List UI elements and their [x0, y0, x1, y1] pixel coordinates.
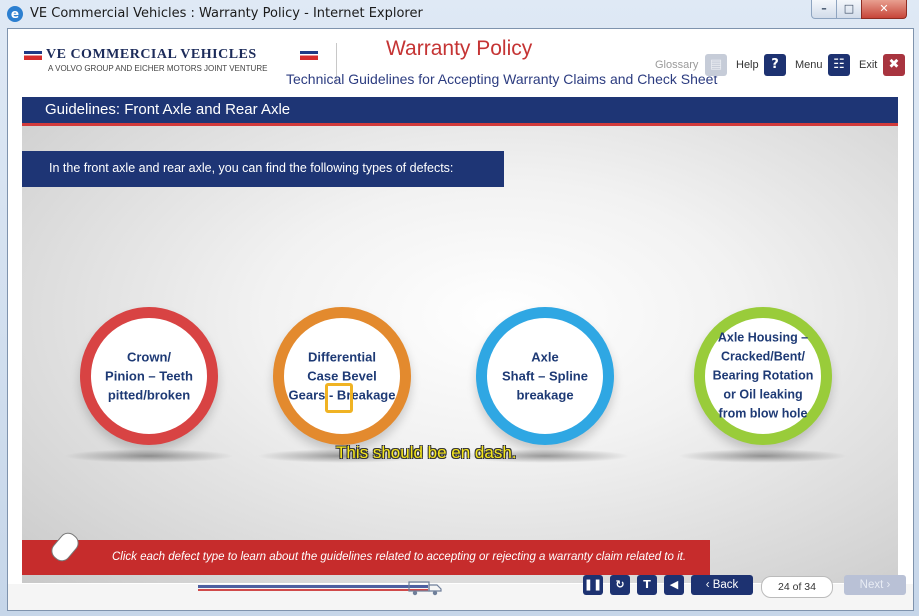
transcript-button[interactable]: T	[637, 575, 657, 595]
defect-label-line: or Oil leaking	[723, 387, 803, 402]
defect-label-line: Axle Housing –	[717, 330, 809, 345]
back-button[interactable]: ‹ Back	[691, 575, 753, 595]
truck-icon	[408, 581, 442, 596]
course-title: Warranty Policy	[386, 37, 533, 60]
defect-label-line: breakage	[516, 387, 574, 403]
menu-button[interactable]: ☷	[828, 54, 850, 76]
window-title: VE Commercial Vehicles : Warranty Policy…	[30, 6, 423, 21]
title-bar: e VE Commercial Vehicles : Warranty Poli…	[0, 0, 919, 28]
defect-label-line: Cracked/Bent/	[720, 349, 806, 364]
ring-shadow	[64, 449, 234, 463]
course-header: VE COMMERCIAL VEHICLES A VOLVO GROUP AND…	[8, 29, 913, 95]
defect-label-line: Axle	[531, 349, 559, 365]
topic-bar: Guidelines: Front Axle and Rear Axle	[22, 97, 898, 126]
defect-label-line: pitted/broken	[107, 387, 191, 403]
maximize-button[interactable]: □	[836, 0, 862, 19]
internet-explorer-icon: e	[7, 6, 23, 22]
pause-button[interactable]: ❚❚	[583, 575, 603, 595]
next-label: Next	[859, 579, 884, 591]
review-callout: This should be en dash.	[336, 443, 517, 462]
instruction-text: Click each defect type to learn about th…	[112, 551, 687, 563]
replay-button[interactable]: ↻	[610, 575, 630, 595]
intro-box: In the front axle and rear axle, you can…	[22, 151, 504, 187]
back-label: Back	[712, 579, 739, 591]
defect-label: Crown/ Pinion – Teeth pitted/broken	[91, 348, 207, 405]
defect-label-line: Crown/	[126, 349, 172, 365]
defect-label: Axle Housing – Cracked/Bent/ Bearing Rot…	[705, 329, 821, 424]
maximize-icon: □	[843, 2, 855, 15]
question-icon: ?	[771, 57, 779, 72]
mouse-icon	[47, 529, 83, 565]
page-counter: 24 of 34	[761, 576, 833, 598]
menu-label: Menu	[795, 59, 823, 71]
replay-icon: ↻	[615, 578, 625, 591]
logo-flag-icon	[300, 51, 318, 60]
review-highlight-box	[325, 383, 353, 413]
defect-label-line: Pinion – Teeth	[105, 368, 193, 384]
ring-shadow	[678, 449, 848, 463]
progress-track	[198, 585, 428, 588]
defect-differential-case[interactable]: Differential Case Bevel Gears - Breakage	[273, 307, 411, 445]
browser-window: e VE Commercial Vehicles : Warranty Poli…	[0, 0, 919, 616]
book-icon: ▤	[709, 57, 723, 72]
slide-stage: Guidelines: Front Axle and Rear Axle In …	[22, 97, 898, 583]
defect-axle-housing[interactable]: Axle Housing – Cracked/Bent/ Bearing Rot…	[694, 307, 832, 445]
defect-label: Axle Shaft – Spline breakage	[487, 348, 603, 405]
close-icon: ✕	[879, 2, 889, 15]
menu-tree-icon: ☷	[833, 57, 845, 72]
audio-button[interactable]: ◀	[664, 575, 684, 595]
course-subtitle: Technical Guidelines for Accepting Warra…	[286, 71, 718, 87]
topic-title: Guidelines: Front Axle and Rear Axle	[45, 101, 291, 118]
defect-label-line: Bearing Rotation	[712, 368, 814, 383]
text-icon: T	[643, 578, 651, 591]
chevron-left-icon: ‹	[705, 579, 713, 591]
defect-label-line: Shaft – Spline	[502, 368, 588, 384]
minimize-icon: –	[821, 2, 827, 15]
chevron-right-icon: ›	[883, 579, 891, 591]
exit-button[interactable]: ✖	[883, 54, 905, 76]
progress-track-accent	[198, 589, 428, 591]
pause-icon: ❚❚	[583, 578, 603, 591]
defect-crown-pinion[interactable]: Crown/ Pinion – Teeth pitted/broken	[80, 307, 218, 445]
glossary-button[interactable]: ▤	[705, 54, 727, 76]
logo-subtitle: A VOLVO GROUP AND EICHER MOTORS JOINT VE…	[48, 64, 268, 73]
defect-label-line: from blow hole	[718, 406, 808, 421]
help-button[interactable]: ?	[764, 54, 786, 76]
next-button[interactable]: Next ›	[844, 575, 906, 595]
logo-flag-icon	[24, 51, 42, 60]
exit-label: Exit	[859, 59, 878, 71]
course-player: VE COMMERCIAL VEHICLES A VOLVO GROUP AND…	[7, 28, 914, 611]
close-window-button[interactable]: ✕	[861, 0, 907, 19]
speaker-icon: ◀	[669, 578, 679, 591]
minimize-button[interactable]: –	[811, 0, 837, 19]
glossary-label: Glossary	[655, 59, 699, 71]
defect-axle-shaft[interactable]: Axle Shaft – Spline breakage	[476, 307, 614, 445]
help-label: Help	[736, 59, 759, 71]
defect-label-line: Differential	[308, 349, 376, 365]
close-icon: ✖	[888, 57, 900, 72]
logo-title: VE COMMERCIAL VEHICLES	[46, 47, 257, 62]
instruction-bar: Click each defect type to learn about th…	[22, 529, 710, 575]
intro-text: In the front axle and rear axle, you can…	[49, 161, 454, 175]
